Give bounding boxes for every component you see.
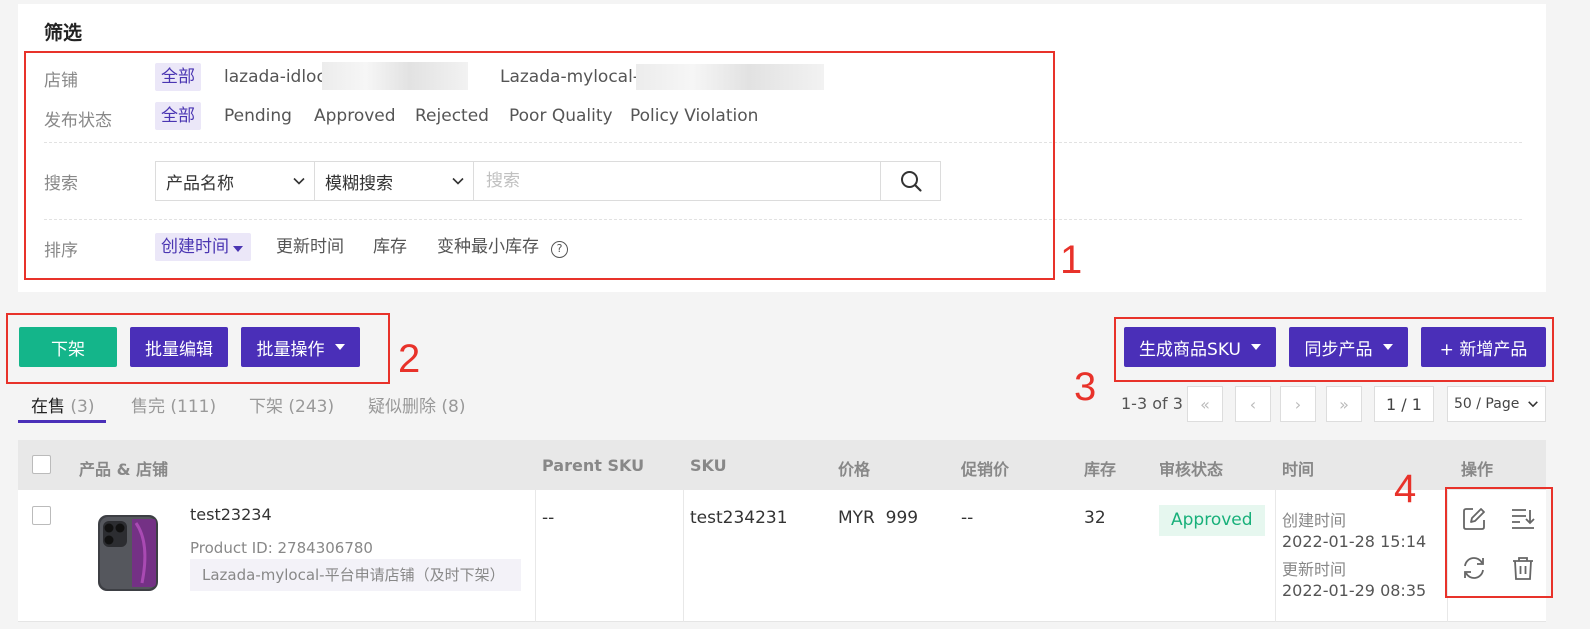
product-id: Product ID: 2784306780 (190, 539, 373, 557)
row-checkbox[interactable] (32, 506, 51, 525)
tab-label: 下架 (249, 397, 283, 417)
pagination-range: 1-3 of 3 (1121, 394, 1183, 413)
header-parent-sku: Parent SKU (542, 456, 645, 475)
product-name[interactable]: test23234 (190, 505, 272, 524)
promo-price-value: -- (961, 508, 974, 528)
updated-time-value: 2022-01-29 08:35 (1282, 581, 1427, 600)
tab-count: (3) (70, 397, 95, 417)
annotation-box-3 (1114, 317, 1554, 382)
double-chevron-left-icon: « (1200, 394, 1210, 414)
next-page-button[interactable]: › (1280, 386, 1316, 422)
tab-delisted[interactable]: 下架 (243) (249, 392, 334, 417)
column-divider (683, 490, 684, 622)
filter-title: 筛选 (44, 22, 83, 44)
select-all-checkbox[interactable] (32, 455, 51, 474)
annotation-number-2: 2 (398, 337, 421, 381)
annotation-number-4: 4 (1394, 467, 1417, 511)
header-time: 时间 (1282, 460, 1315, 479)
annotation-box-1 (24, 51, 1055, 280)
first-page-button[interactable]: « (1187, 386, 1223, 422)
double-chevron-right-icon: » (1339, 394, 1349, 414)
header-price: 价格 (838, 460, 871, 479)
header-actions: 操作 (1461, 460, 1494, 479)
page-size-value: 50 / Page (1454, 396, 1520, 412)
chevron-down-icon (1528, 401, 1538, 408)
product-image[interactable] (96, 513, 160, 593)
tab-suspected-deleted[interactable]: 疑似删除 (8) (368, 392, 466, 417)
sku-value: test234231 (690, 508, 788, 528)
tab-count: (111) (170, 397, 217, 417)
tab-count: (8) (441, 397, 466, 417)
header-promo-price: 促销价 (961, 460, 1010, 479)
tab-label: 在售 (31, 397, 65, 417)
header-stock: 库存 (1084, 460, 1117, 479)
page-size-select[interactable]: 50 / Page (1447, 386, 1546, 422)
header-sku: SKU (690, 456, 727, 475)
tab-sold-out[interactable]: 售完 (111) (131, 392, 216, 417)
table-header (18, 440, 1546, 490)
chevron-left-icon: ‹ (1249, 394, 1257, 414)
header-review-status: 审核状态 (1159, 460, 1224, 479)
tab-label: 售完 (131, 397, 165, 417)
prev-page-button[interactable]: ‹ (1235, 386, 1271, 422)
chevron-right-icon: › (1294, 394, 1302, 414)
updated-time-label: 更新时间 (1282, 560, 1347, 579)
price-value: MYR 999 (838, 508, 919, 528)
annotation-number-3: 3 (1074, 365, 1097, 409)
tab-active-indicator (18, 420, 106, 423)
column-divider (1275, 490, 1276, 622)
column-divider (535, 490, 536, 622)
created-time-label: 创建时间 (1282, 511, 1347, 530)
tab-label: 疑似删除 (368, 397, 436, 417)
annotation-box-4 (1445, 487, 1553, 598)
page-indicator[interactable]: 1 / 1 (1374, 386, 1434, 422)
store-tag: Lazada-mylocal-平台申请店铺（及时下架） (190, 559, 521, 591)
annotation-number-1: 1 (1060, 238, 1083, 282)
status-badge: Approved (1159, 505, 1265, 536)
header-product-store: 产品 & 店铺 (79, 460, 169, 479)
last-page-button[interactable]: » (1326, 386, 1362, 422)
parent-sku-value: -- (542, 508, 555, 528)
stock-value: 32 (1084, 508, 1106, 528)
tab-on-sale[interactable]: 在售 (3) (31, 392, 95, 417)
created-time-value: 2022-01-28 15:14 (1282, 532, 1427, 551)
annotation-box-2 (6, 313, 390, 384)
tab-count: (243) (288, 397, 335, 417)
